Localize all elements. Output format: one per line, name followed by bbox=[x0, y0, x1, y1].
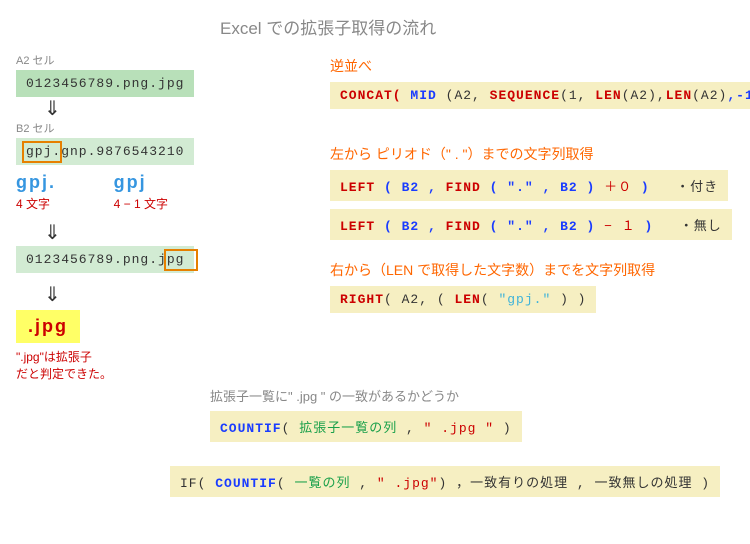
formula-left-minus: LEFT ( B2 , FIND ( "." , B2 ) − １ ) ・無し bbox=[330, 209, 732, 240]
sample-with-dot: gpj. bbox=[16, 172, 56, 192]
note-line1: ".jpg"は拡張子 bbox=[16, 348, 112, 365]
formula-right: RIGHT( A2, ( LEN( "gpj." ) ) bbox=[330, 286, 596, 313]
arrow-1: ⇓ bbox=[44, 96, 61, 121]
page-title: Excel での拡張子取得の流れ bbox=[220, 14, 436, 39]
highlight-gpj bbox=[22, 141, 62, 163]
sample-without-dot: gpj bbox=[114, 172, 147, 192]
formula-concat: CONCAT( MID (A2, SEQUENCE(1, LEN(A2),LEN… bbox=[330, 82, 750, 109]
cell-b2-value: gpj.gnp.9876543210 bbox=[16, 138, 194, 165]
formula-if: IF( COUNTIF( 一覧の列 , " .jpg") ，一致有りの処理 , … bbox=[170, 466, 720, 497]
highlight-jpg bbox=[164, 249, 198, 271]
arrow-3: ⇓ bbox=[44, 282, 61, 307]
caption-4chars: 4 文字 bbox=[16, 197, 50, 211]
final-result: .jpg bbox=[16, 310, 80, 343]
val3-prefix: 0123456789.png. bbox=[26, 252, 158, 267]
section-countif: 拡張子一覧に" .jpg " の一致があるかどうか bbox=[210, 386, 732, 405]
label-a2: A2 セル bbox=[16, 52, 194, 68]
caption-4minus1: 4 − 1 文字 bbox=[114, 197, 168, 211]
label-b2: B2 セル bbox=[16, 120, 194, 136]
cell-a2-value: 0123456789.png.jpg bbox=[16, 70, 194, 97]
formula-countif: COUNTIF( 拡張子一覧の列 , " .jpg " ) bbox=[210, 411, 522, 442]
section-right: 右から（LEN で取得した文字数）までを文字列取得 bbox=[330, 260, 732, 280]
arrow-2: ⇓ bbox=[44, 220, 61, 245]
section-reverse: 逆並べ bbox=[330, 56, 732, 76]
note-line2: だと判定できた。 bbox=[16, 365, 112, 382]
cell-result-inline: 0123456789.png.jpg bbox=[16, 246, 194, 273]
section-left: 左から ピリオド（" . "）までの文字列取得 bbox=[330, 144, 732, 164]
formula-left-plus: LEFT ( B2 , FIND ( "." , B2 ) ＋０ ) ・付き bbox=[330, 170, 728, 201]
